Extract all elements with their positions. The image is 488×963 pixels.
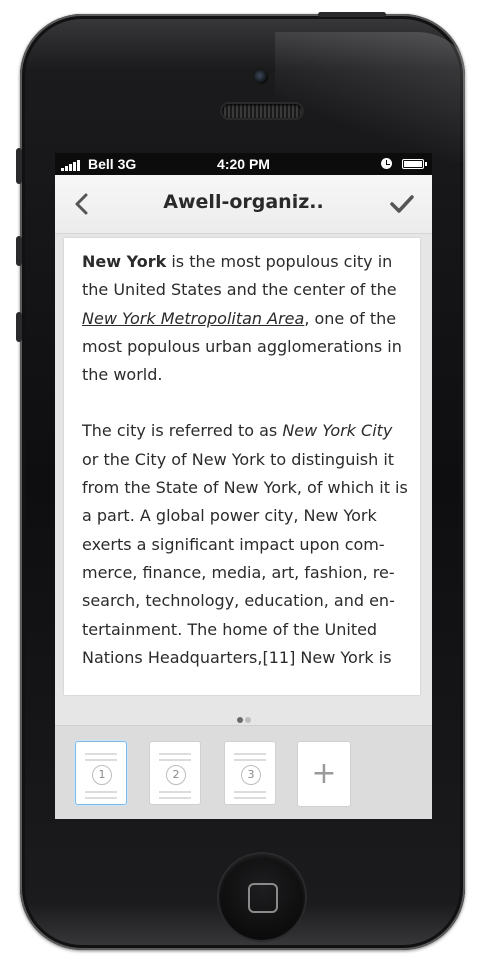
volume-down-button (16, 312, 22, 342)
page-number-badge: 1 (92, 765, 112, 785)
page-thumbnail-2[interactable]: 2 (149, 741, 201, 805)
sleep-button (318, 12, 386, 17)
page-thumbnail-tray: 1 2 3 + (55, 725, 432, 819)
article-italic-term: New York City (282, 421, 393, 441)
page-number-badge: 3 (241, 765, 261, 785)
done-button[interactable] (386, 189, 418, 219)
navigation-bar: Awell-organiz.. (55, 175, 432, 234)
status-bar: Bell 3G 4:20 PM (55, 153, 432, 175)
status-time: 4:20 PM (217, 156, 270, 172)
article-body: New York is the most populous city in th… (64, 238, 420, 672)
article-paragraph: The city is referred to as New York City… (82, 417, 408, 672)
page-indicator (55, 708, 432, 723)
chevron-left-icon (75, 193, 88, 215)
glass-glare (275, 32, 475, 162)
page-thumbnail-1[interactable]: 1 (75, 741, 127, 805)
earpiece-speaker (222, 104, 302, 118)
front-camera (254, 70, 268, 84)
document-page[interactable]: New York is the most populous city in th… (64, 238, 420, 695)
page-thumbnail-3[interactable]: 3 (224, 741, 276, 805)
mute-switch (16, 148, 22, 184)
screen: Bell 3G 4:20 PM Awell-organiz.. New York… (55, 153, 432, 819)
plus-icon: + (311, 756, 337, 791)
document-title: Awell-organiz.. (163, 191, 324, 213)
home-button[interactable] (219, 854, 305, 940)
article-bold-term: New York (82, 252, 167, 271)
article-link[interactable]: New York Metropolitan Area (82, 309, 304, 328)
back-button[interactable] (69, 189, 97, 219)
volume-up-button (16, 236, 22, 266)
battery-icon (402, 159, 427, 169)
alarm-clock-icon (381, 158, 392, 169)
page-number-badge: 2 (166, 765, 186, 785)
article-text: or the City of New York to distinguish i… (82, 449, 408, 667)
article-paragraph: New York is the most populous city in th… (82, 248, 408, 389)
add-page-button[interactable]: + (297, 741, 351, 807)
page-dot-active (236, 717, 243, 723)
home-square-icon (248, 883, 278, 913)
article-text: The city is referred to as (82, 421, 283, 441)
page-dot (244, 717, 251, 723)
checkmark-icon (390, 195, 414, 213)
